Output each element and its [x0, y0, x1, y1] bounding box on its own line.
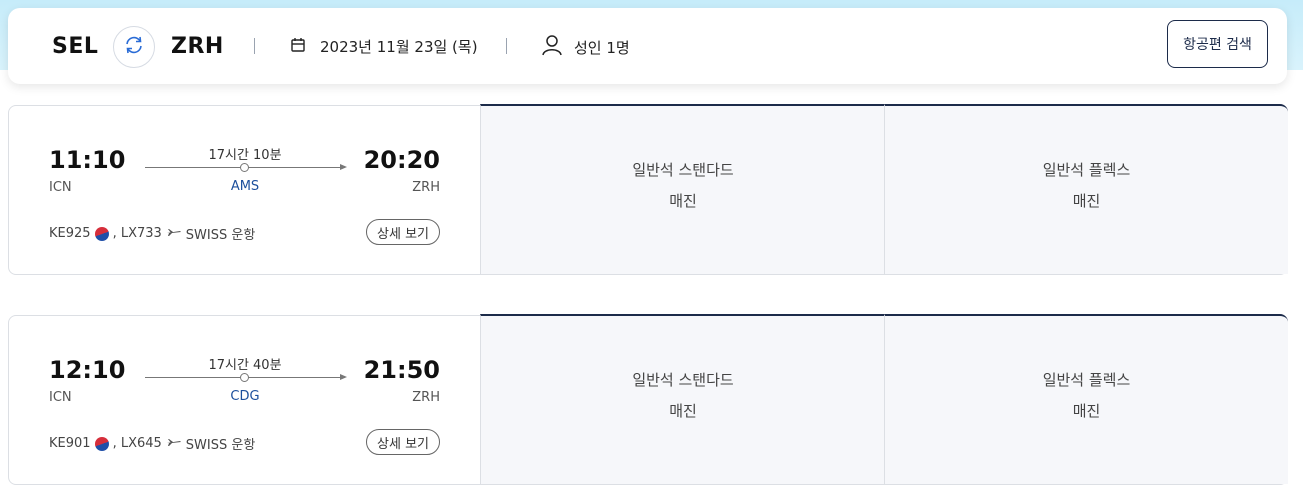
- departure-airport: ICN: [49, 390, 72, 405]
- fare-option-flex[interactable]: 일반석 플렉스 매진: [884, 314, 1288, 484]
- flight-number-1: KE925: [49, 226, 91, 241]
- departure-time: 11:10: [49, 146, 126, 174]
- date-selector[interactable]: 2023년 11월 23일 (목): [290, 36, 478, 57]
- operator-label: SWISS 운항: [185, 228, 256, 243]
- arrival-time: 20:20: [363, 146, 440, 174]
- fare-option-standard[interactable]: 일반석 스탠다드 매진: [480, 104, 885, 274]
- stopover-airport: CDG: [230, 389, 260, 404]
- flight-card: 12:10 ICN 17시간 40분 CDG 21:50 ZRH KE901 ,…: [8, 314, 1288, 485]
- stopover-dot: [240, 373, 249, 382]
- fare-name: 일반석 플렉스: [1042, 161, 1131, 179]
- fare-name: 일반석 스탠다드: [632, 371, 734, 389]
- flight-numbers: KE901 , LX645 SWISS 운항: [49, 434, 255, 453]
- korea-flag-icon: [94, 436, 109, 451]
- flight-info: 12:10 ICN 17시간 40분 CDG 21:50 ZRH KE901 ,…: [9, 316, 480, 484]
- fare-status: 매진: [1072, 402, 1101, 420]
- calendar-icon: [290, 37, 306, 57]
- passenger-count: 성인 1명: [574, 38, 630, 57]
- arrival-time: 21:50: [363, 356, 440, 384]
- departure-date: 2023년 11월 23일 (목): [320, 38, 478, 56]
- passenger-selector[interactable]: 성인 1명: [542, 34, 630, 60]
- divider: [254, 38, 255, 54]
- stopover-airport: AMS: [230, 179, 260, 194]
- swap-icon: [123, 34, 145, 60]
- fare-status: 매진: [669, 402, 697, 420]
- destination-code[interactable]: ZRH: [171, 34, 224, 59]
- fare-status: 매진: [669, 192, 697, 210]
- flight-number-2: , LX645: [112, 436, 162, 451]
- stopover-dot: [240, 163, 249, 172]
- fare-option-flex[interactable]: 일반석 플렉스 매진: [884, 104, 1288, 274]
- route-line: [145, 163, 347, 172]
- flight-duration: 17시간 10분: [208, 148, 282, 163]
- divider: [506, 38, 507, 54]
- origin-code[interactable]: SEL: [52, 34, 98, 59]
- operator-label: SWISS 운항: [185, 438, 256, 453]
- arrow-icon: [340, 164, 347, 170]
- flight-card: 11:10 ICN 17시간 10분 AMS 20:20 ZRH KE925 ,…: [8, 104, 1288, 275]
- plane-icon: [166, 436, 181, 451]
- arrival-airport: ZRH: [412, 180, 440, 195]
- flight-info: 11:10 ICN 17시간 10분 AMS 20:20 ZRH KE925 ,…: [9, 106, 480, 274]
- fare-option-standard[interactable]: 일반석 스탠다드 매진: [480, 314, 885, 484]
- search-summary-bar: SEL ZRH 2023년 11월 23일 (목) 성인 1명 항공편 검색: [8, 8, 1287, 84]
- flight-number-2: , LX733: [112, 226, 162, 241]
- plane-icon: [166, 226, 181, 241]
- flight-numbers: KE925 , LX733 SWISS 운항: [49, 224, 255, 243]
- search-flights-button[interactable]: 항공편 검색: [1167, 20, 1268, 68]
- arrival-airport: ZRH: [412, 390, 440, 405]
- flight-duration: 17시간 40분: [208, 358, 282, 373]
- swap-route-button[interactable]: [113, 26, 155, 68]
- fare-name: 일반석 스탠다드: [632, 161, 734, 179]
- arrow-icon: [340, 374, 347, 380]
- detail-view-button[interactable]: 상세 보기: [366, 429, 440, 455]
- fare-name: 일반석 플렉스: [1042, 371, 1131, 389]
- korea-flag-icon: [94, 226, 109, 241]
- detail-view-button[interactable]: 상세 보기: [366, 219, 440, 245]
- departure-time: 12:10: [49, 356, 126, 384]
- route-line: [145, 373, 347, 382]
- flight-number-1: KE901: [49, 436, 91, 451]
- fare-status: 매진: [1072, 192, 1101, 210]
- person-icon: [542, 34, 562, 60]
- departure-airport: ICN: [49, 180, 72, 195]
